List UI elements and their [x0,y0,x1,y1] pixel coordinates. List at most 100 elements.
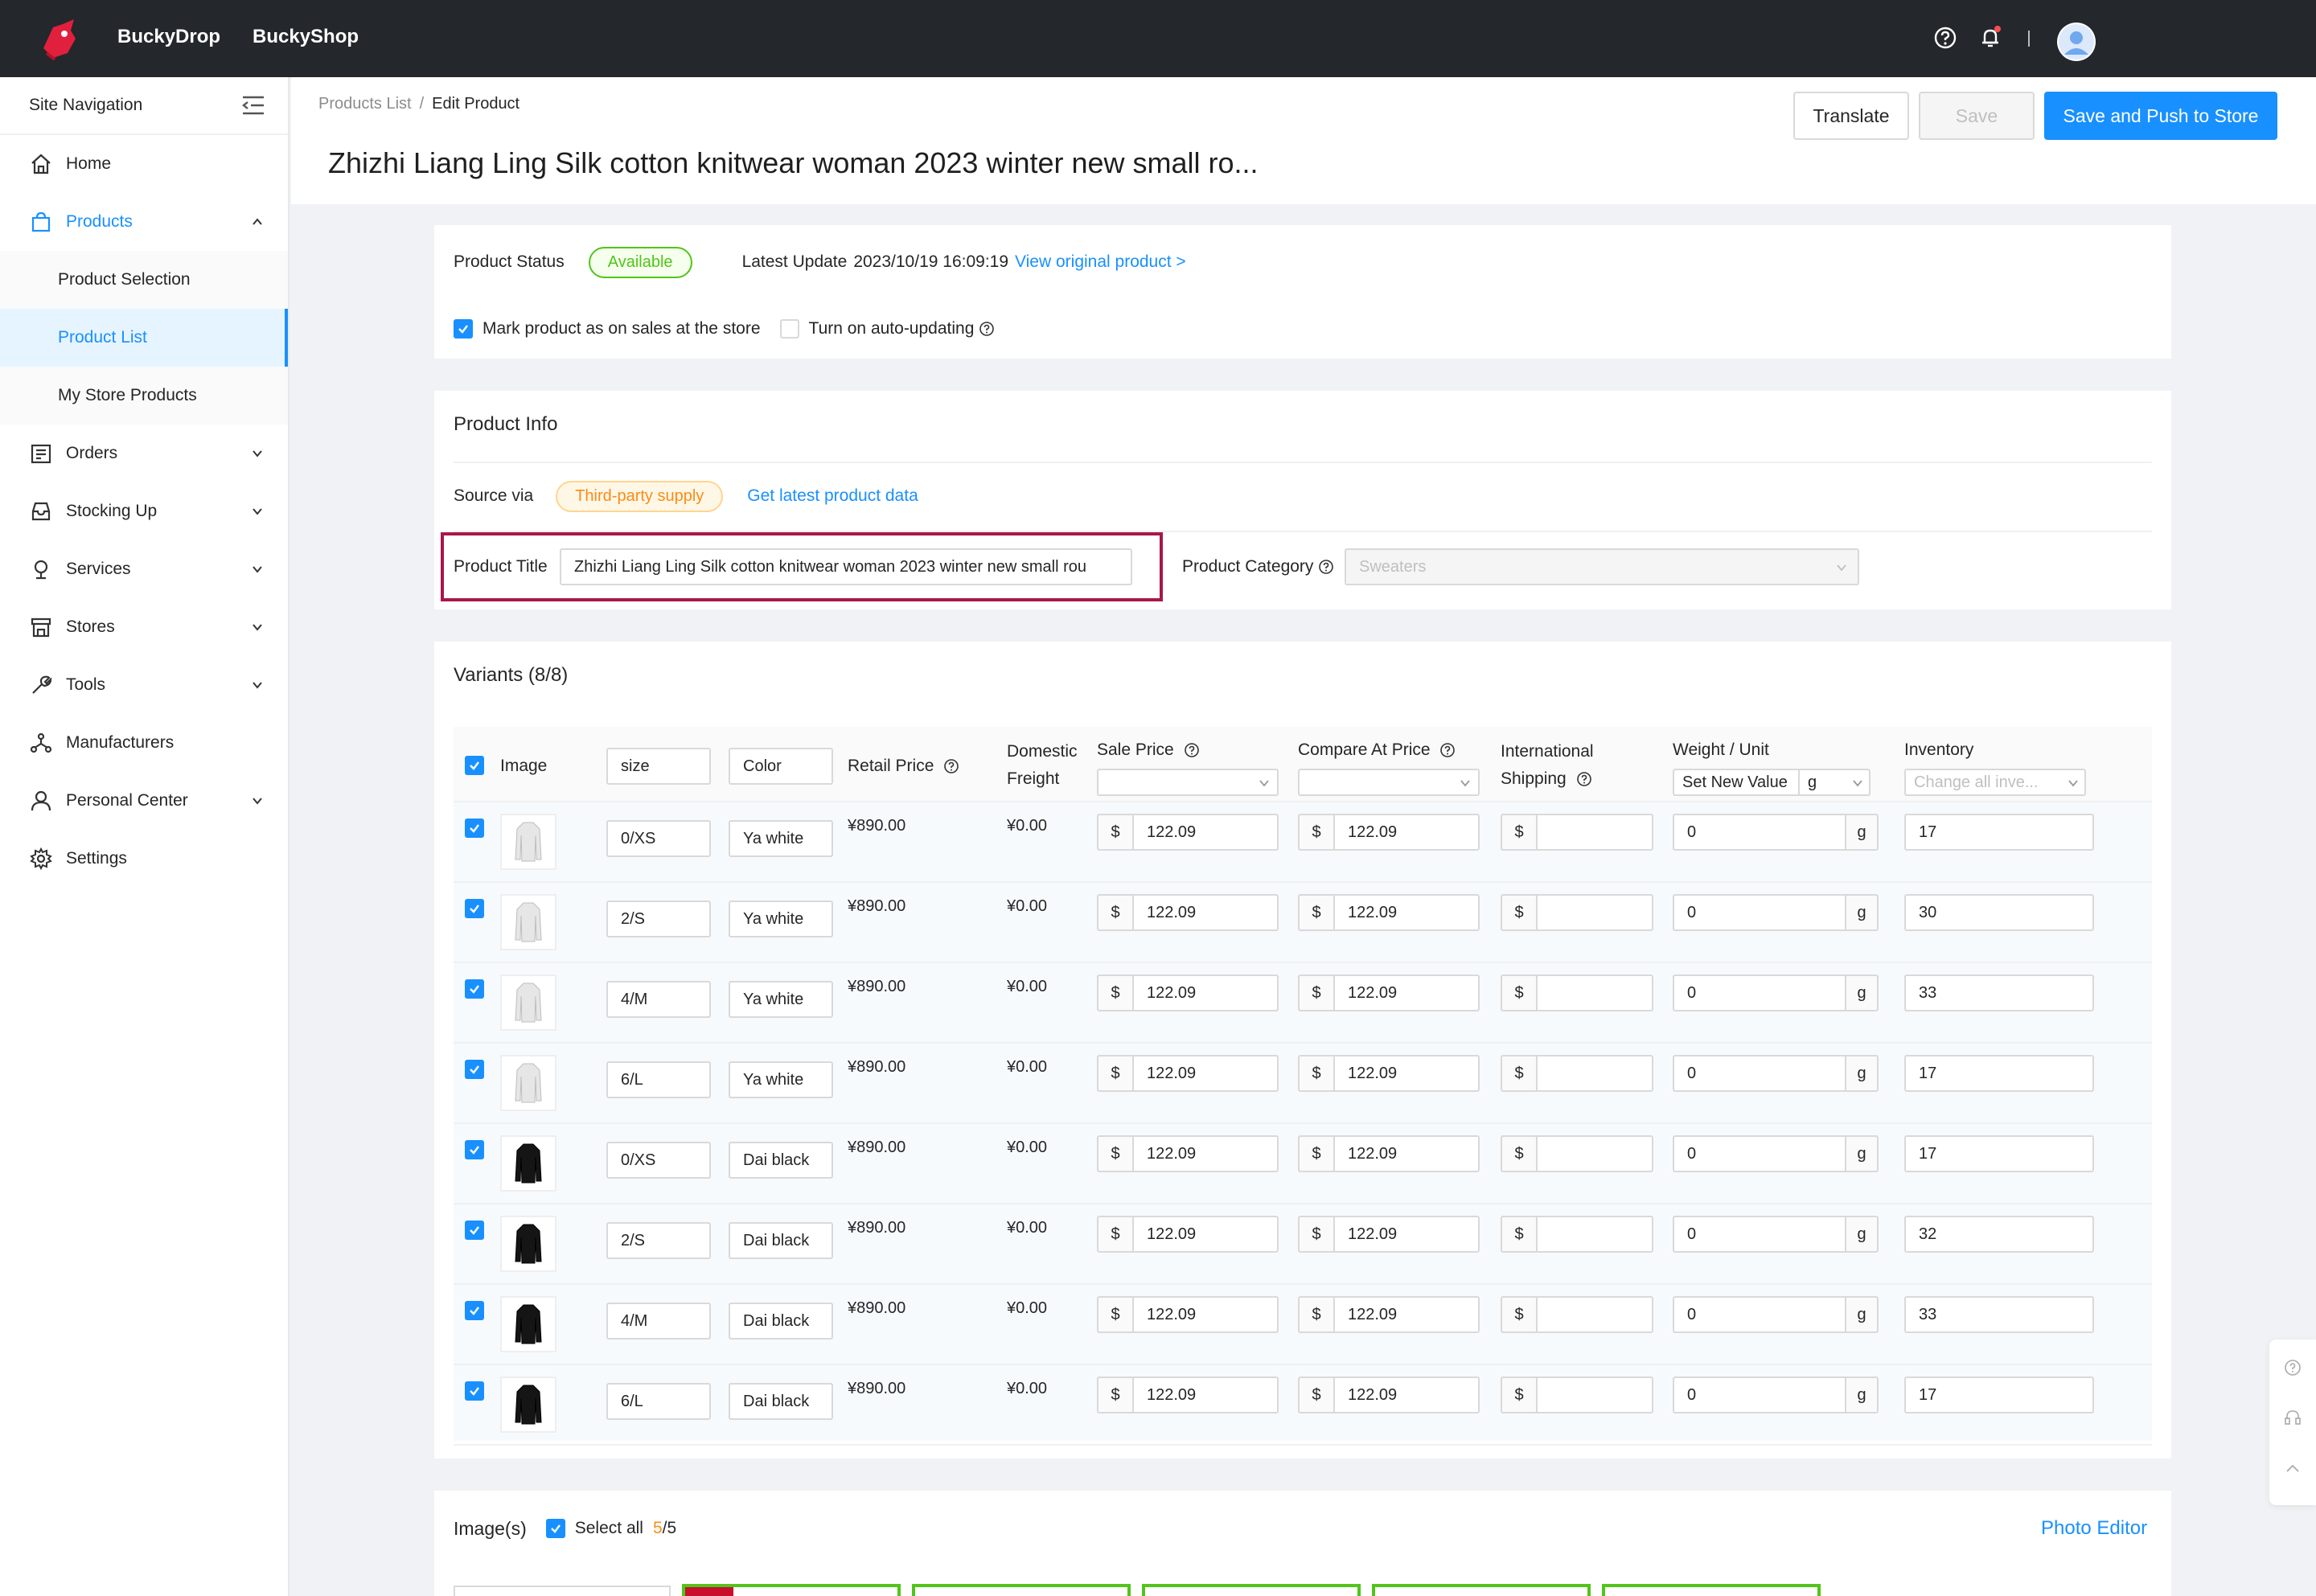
variant-sale-price-input[interactable]: $122.09 [1097,974,1279,1011]
variant-weight-value[interactable]: 0 [1673,1055,1845,1092]
variant-color-input[interactable]: Ya white [729,820,833,857]
variant-sale-price-value[interactable]: 122.09 [1132,1376,1279,1413]
variant-inventory-input[interactable]: 17 [1904,1135,2094,1172]
variant-intl-shipping-input[interactable]: $ [1501,974,1653,1011]
variant-intl-shipping-input[interactable]: $ [1501,1055,1653,1092]
brand-buckyshop[interactable]: BuckyShop [253,26,359,48]
variant-weight-value[interactable]: 0 [1673,1376,1845,1413]
select-all-variants-checkbox[interactable] [465,756,484,775]
variant-compare-price-value[interactable]: 122.09 [1333,1376,1480,1413]
variant-sale-price-value[interactable]: 122.09 [1132,814,1279,851]
sidebar-item-personal-center[interactable]: Personal Center [0,772,288,830]
save-and-push-button[interactable]: Save and Push to Store [2044,92,2277,140]
help-circle-icon[interactable] [979,321,995,337]
variant-inventory-input[interactable]: 33 [1904,974,2094,1011]
select-all-images-checkbox[interactable] [545,1519,565,1538]
variant-inventory-input[interactable]: 33 [1904,1296,2094,1333]
variant-sale-price-input[interactable]: $122.09 [1097,894,1279,931]
variant-color-input[interactable]: Dai black [729,1142,833,1179]
variant-intl-shipping-value[interactable] [1536,1216,1653,1253]
sale-price-bulk-select[interactable] [1097,769,1279,796]
variant-compare-price-value[interactable]: 122.09 [1333,974,1480,1011]
variant-sale-price-input[interactable]: $122.09 [1097,1055,1279,1092]
user-avatar[interactable] [2057,23,2096,61]
translate-button[interactable]: Translate [1793,92,1909,140]
image-thumbnail[interactable] [912,1584,1131,1596]
variant-compare-price-value[interactable]: 122.09 [1333,894,1480,931]
variant-sale-price-input[interactable]: $122.09 [1097,1135,1279,1172]
variant-thumbnail[interactable] [500,1376,556,1433]
chevron-up-icon[interactable] [2284,1460,2302,1478]
variant-checkbox[interactable] [465,819,484,838]
variant-inventory-input[interactable]: 17 [1904,814,2094,851]
variant-size-input[interactable]: 4/M [606,1303,711,1340]
variant-checkbox[interactable] [465,979,484,999]
help-circle-icon[interactable] [1576,771,1592,787]
sidebar-item-services[interactable]: Services [0,540,288,598]
variant-weight-input[interactable]: 0g [1673,894,1879,931]
compare-price-bulk-select[interactable] [1298,769,1480,796]
inventory-bulk-select[interactable]: Change all inve... [1904,769,2086,796]
variant-compare-price-input[interactable]: $122.09 [1298,1296,1480,1333]
variant-compare-price-input[interactable]: $122.09 [1298,974,1480,1011]
variant-sale-price-input[interactable]: $122.09 [1097,1296,1279,1333]
auto-update-checkbox[interactable] [779,319,799,338]
variant-checkbox[interactable] [465,1221,484,1240]
sidebar-item-products[interactable]: Products [0,193,288,251]
image-thumbnail[interactable] [682,1584,901,1596]
sidebar-item-orders[interactable]: Orders [0,425,288,482]
variant-intl-shipping-value[interactable] [1536,1055,1653,1092]
variant-checkbox[interactable] [465,1140,484,1159]
variant-compare-price-value[interactable]: 122.09 [1333,1135,1480,1172]
variant-weight-value[interactable]: 0 [1673,814,1845,851]
variant-intl-shipping-input[interactable]: $ [1501,1296,1653,1333]
variant-weight-input[interactable]: 0g [1673,814,1879,851]
variant-intl-shipping-value[interactable] [1536,1135,1653,1172]
variant-thumbnail[interactable] [500,1135,556,1192]
variant-sale-price-input[interactable]: $122.09 [1097,1216,1279,1253]
variant-checkbox[interactable] [465,1301,484,1320]
variant-thumbnail[interactable] [500,894,556,950]
help-circle-icon[interactable] [1439,742,1456,758]
variant-weight-input[interactable]: 0g [1673,1135,1879,1172]
variant-compare-price-input[interactable]: $122.09 [1298,894,1480,931]
variant-intl-shipping-value[interactable] [1536,814,1653,851]
variant-intl-shipping-input[interactable]: $ [1501,1135,1653,1172]
variant-inventory-input[interactable]: 17 [1904,1055,2094,1092]
variant-compare-price-input[interactable]: $122.09 [1298,1135,1480,1172]
sidebar-item-settings[interactable]: Settings [0,830,288,888]
view-original-product-link[interactable]: View original product > [1015,252,1186,272]
variant-intl-shipping-input[interactable]: $ [1501,1376,1653,1413]
variant-compare-price-input[interactable]: $122.09 [1298,814,1480,851]
variant-checkbox[interactable] [465,1381,484,1401]
variant-weight-input[interactable]: 0g [1673,974,1879,1011]
variant-inventory-input[interactable]: 32 [1904,1216,2094,1253]
variant-checkbox[interactable] [465,1060,484,1079]
help-circle-icon[interactable] [1933,26,1957,50]
help-circle-icon[interactable] [943,758,959,774]
variant-weight-value[interactable]: 0 [1673,1135,1845,1172]
variant-thumbnail[interactable] [500,1216,556,1272]
variant-checkbox[interactable] [465,899,484,918]
help-circle-icon[interactable] [1318,559,1334,575]
th-color-input[interactable]: Color [729,748,833,785]
variant-sale-price-input[interactable]: $122.09 [1097,814,1279,851]
variant-compare-price-input[interactable]: $122.09 [1298,1216,1480,1253]
variant-size-input[interactable]: 0/XS [606,820,711,857]
bell-icon[interactable] [1978,26,2002,50]
headset-icon[interactable] [2284,1409,2302,1426]
brand-buckydrop[interactable]: BuckyDrop [117,26,220,48]
variant-color-input[interactable]: Ya white [729,981,833,1018]
variant-color-input[interactable]: Ya white [729,1061,833,1098]
variant-intl-shipping-input[interactable]: $ [1501,1216,1653,1253]
breadcrumb-products-list[interactable]: Products List [318,95,412,113]
sidebar-item-tools[interactable]: Tools [0,656,288,714]
image-thumbnail[interactable] [1372,1584,1591,1596]
product-category-select[interactable]: Sweaters [1345,548,1859,585]
variant-compare-price-input[interactable]: $122.09 [1298,1055,1480,1092]
variant-color-input[interactable]: Ya white [729,901,833,937]
variant-size-input[interactable]: 0/XS [606,1142,711,1179]
help-circle-icon[interactable] [1184,742,1200,758]
variant-size-input[interactable]: 2/S [606,901,711,937]
variant-compare-price-value[interactable]: 122.09 [1333,814,1480,851]
